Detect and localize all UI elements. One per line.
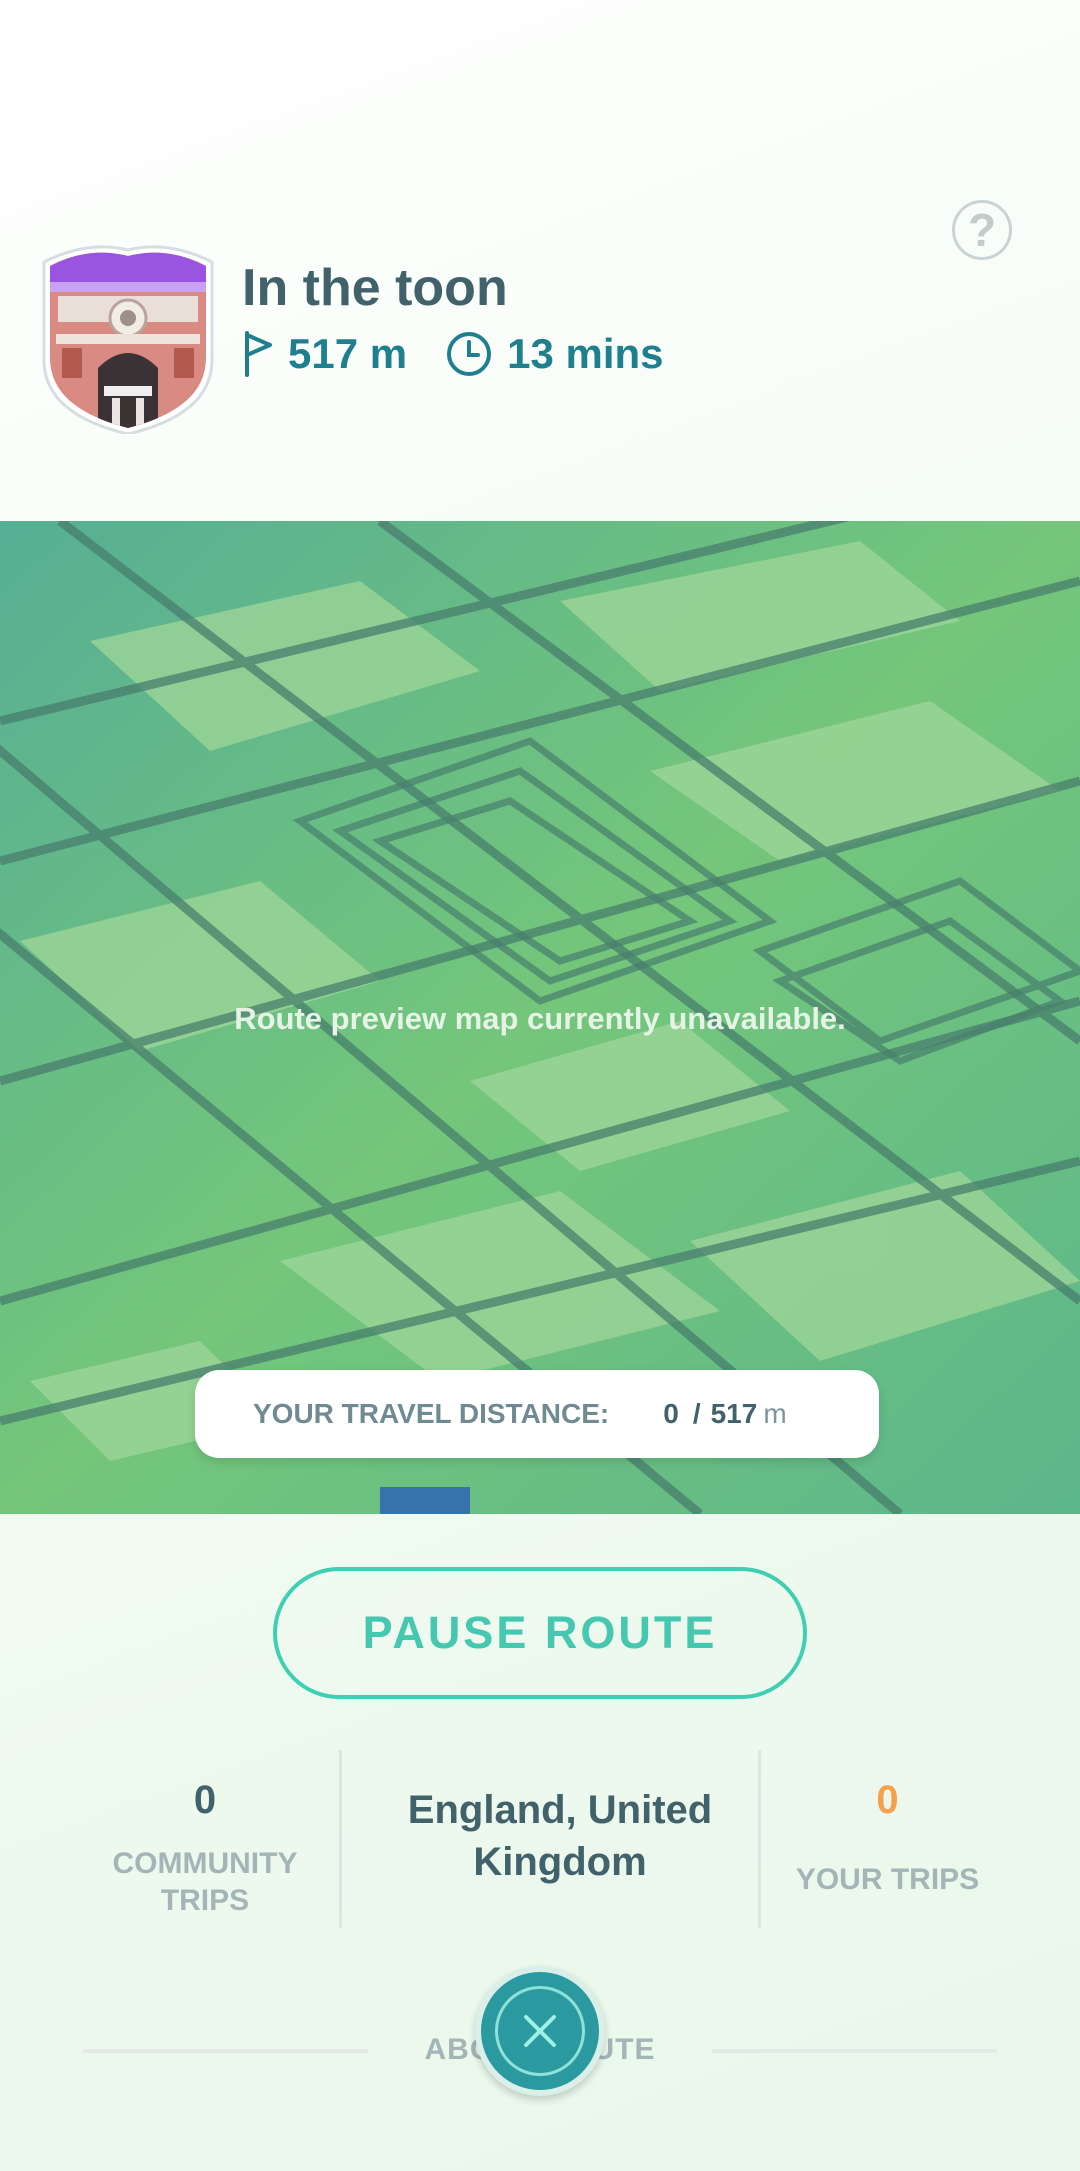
- community-trips-label-line-2: TRIPS: [160, 1884, 250, 1917]
- stats-divider-left: [339, 1750, 342, 1928]
- route-location: England, United Kingdom: [360, 1784, 760, 1888]
- travel-distance-total: 517: [710, 1398, 758, 1429]
- community-trips-label-line-1: COMMUNITY: [112, 1847, 298, 1880]
- community-trips-stat: 0 COMMUNITY TRIPS: [80, 1778, 330, 1919]
- route-map[interactable]: Route preview map currently unavailable.…: [0, 521, 1080, 1514]
- close-button[interactable]: [475, 1966, 605, 2096]
- map-unavailable-message: Route preview map currently unavailable.: [234, 1001, 846, 1036]
- community-trips-value: 0: [193, 1778, 217, 1822]
- travel-distance-separator: /: [692, 1398, 701, 1429]
- travel-distance-pill: YOUR TRAVEL DISTANCE: 0 / 517 m: [195, 1370, 879, 1458]
- location-line-1: England, United: [407, 1788, 713, 1832]
- distance-stat: 517 m: [242, 330, 407, 378]
- travel-distance-unit: m: [763, 1398, 787, 1429]
- flag-icon: [245, 331, 272, 377]
- pause-route-button[interactable]: PAUSE ROUTE: [273, 1567, 807, 1699]
- close-button-ring: [495, 1986, 585, 2076]
- travel-distance-current: 0: [663, 1398, 679, 1429]
- help-button[interactable]: ?: [952, 200, 1012, 260]
- duration-value: 13 mins: [507, 330, 664, 377]
- your-trips-value: 0: [876, 1778, 899, 1822]
- distance-value: 517 m: [288, 330, 408, 377]
- route-title: In the toon: [242, 259, 508, 317]
- your-trips-stat: 0 YOUR TRIPS: [770, 1778, 1005, 1898]
- travel-distance-label: YOUR TRAVEL DISTANCE:: [253, 1398, 610, 1429]
- location-line-2: Kingdom: [473, 1840, 647, 1884]
- close-icon: [524, 2015, 556, 2047]
- stats-divider-right: [758, 1750, 761, 1928]
- clock-icon: [447, 332, 492, 376]
- route-badge: [38, 238, 218, 436]
- your-trips-label: YOUR TRIPS: [795, 1863, 980, 1896]
- question-mark-icon: ?: [967, 204, 997, 256]
- route-stats: 517 m 13 mins: [242, 330, 664, 378]
- duration-stat: 13 mins: [445, 330, 664, 378]
